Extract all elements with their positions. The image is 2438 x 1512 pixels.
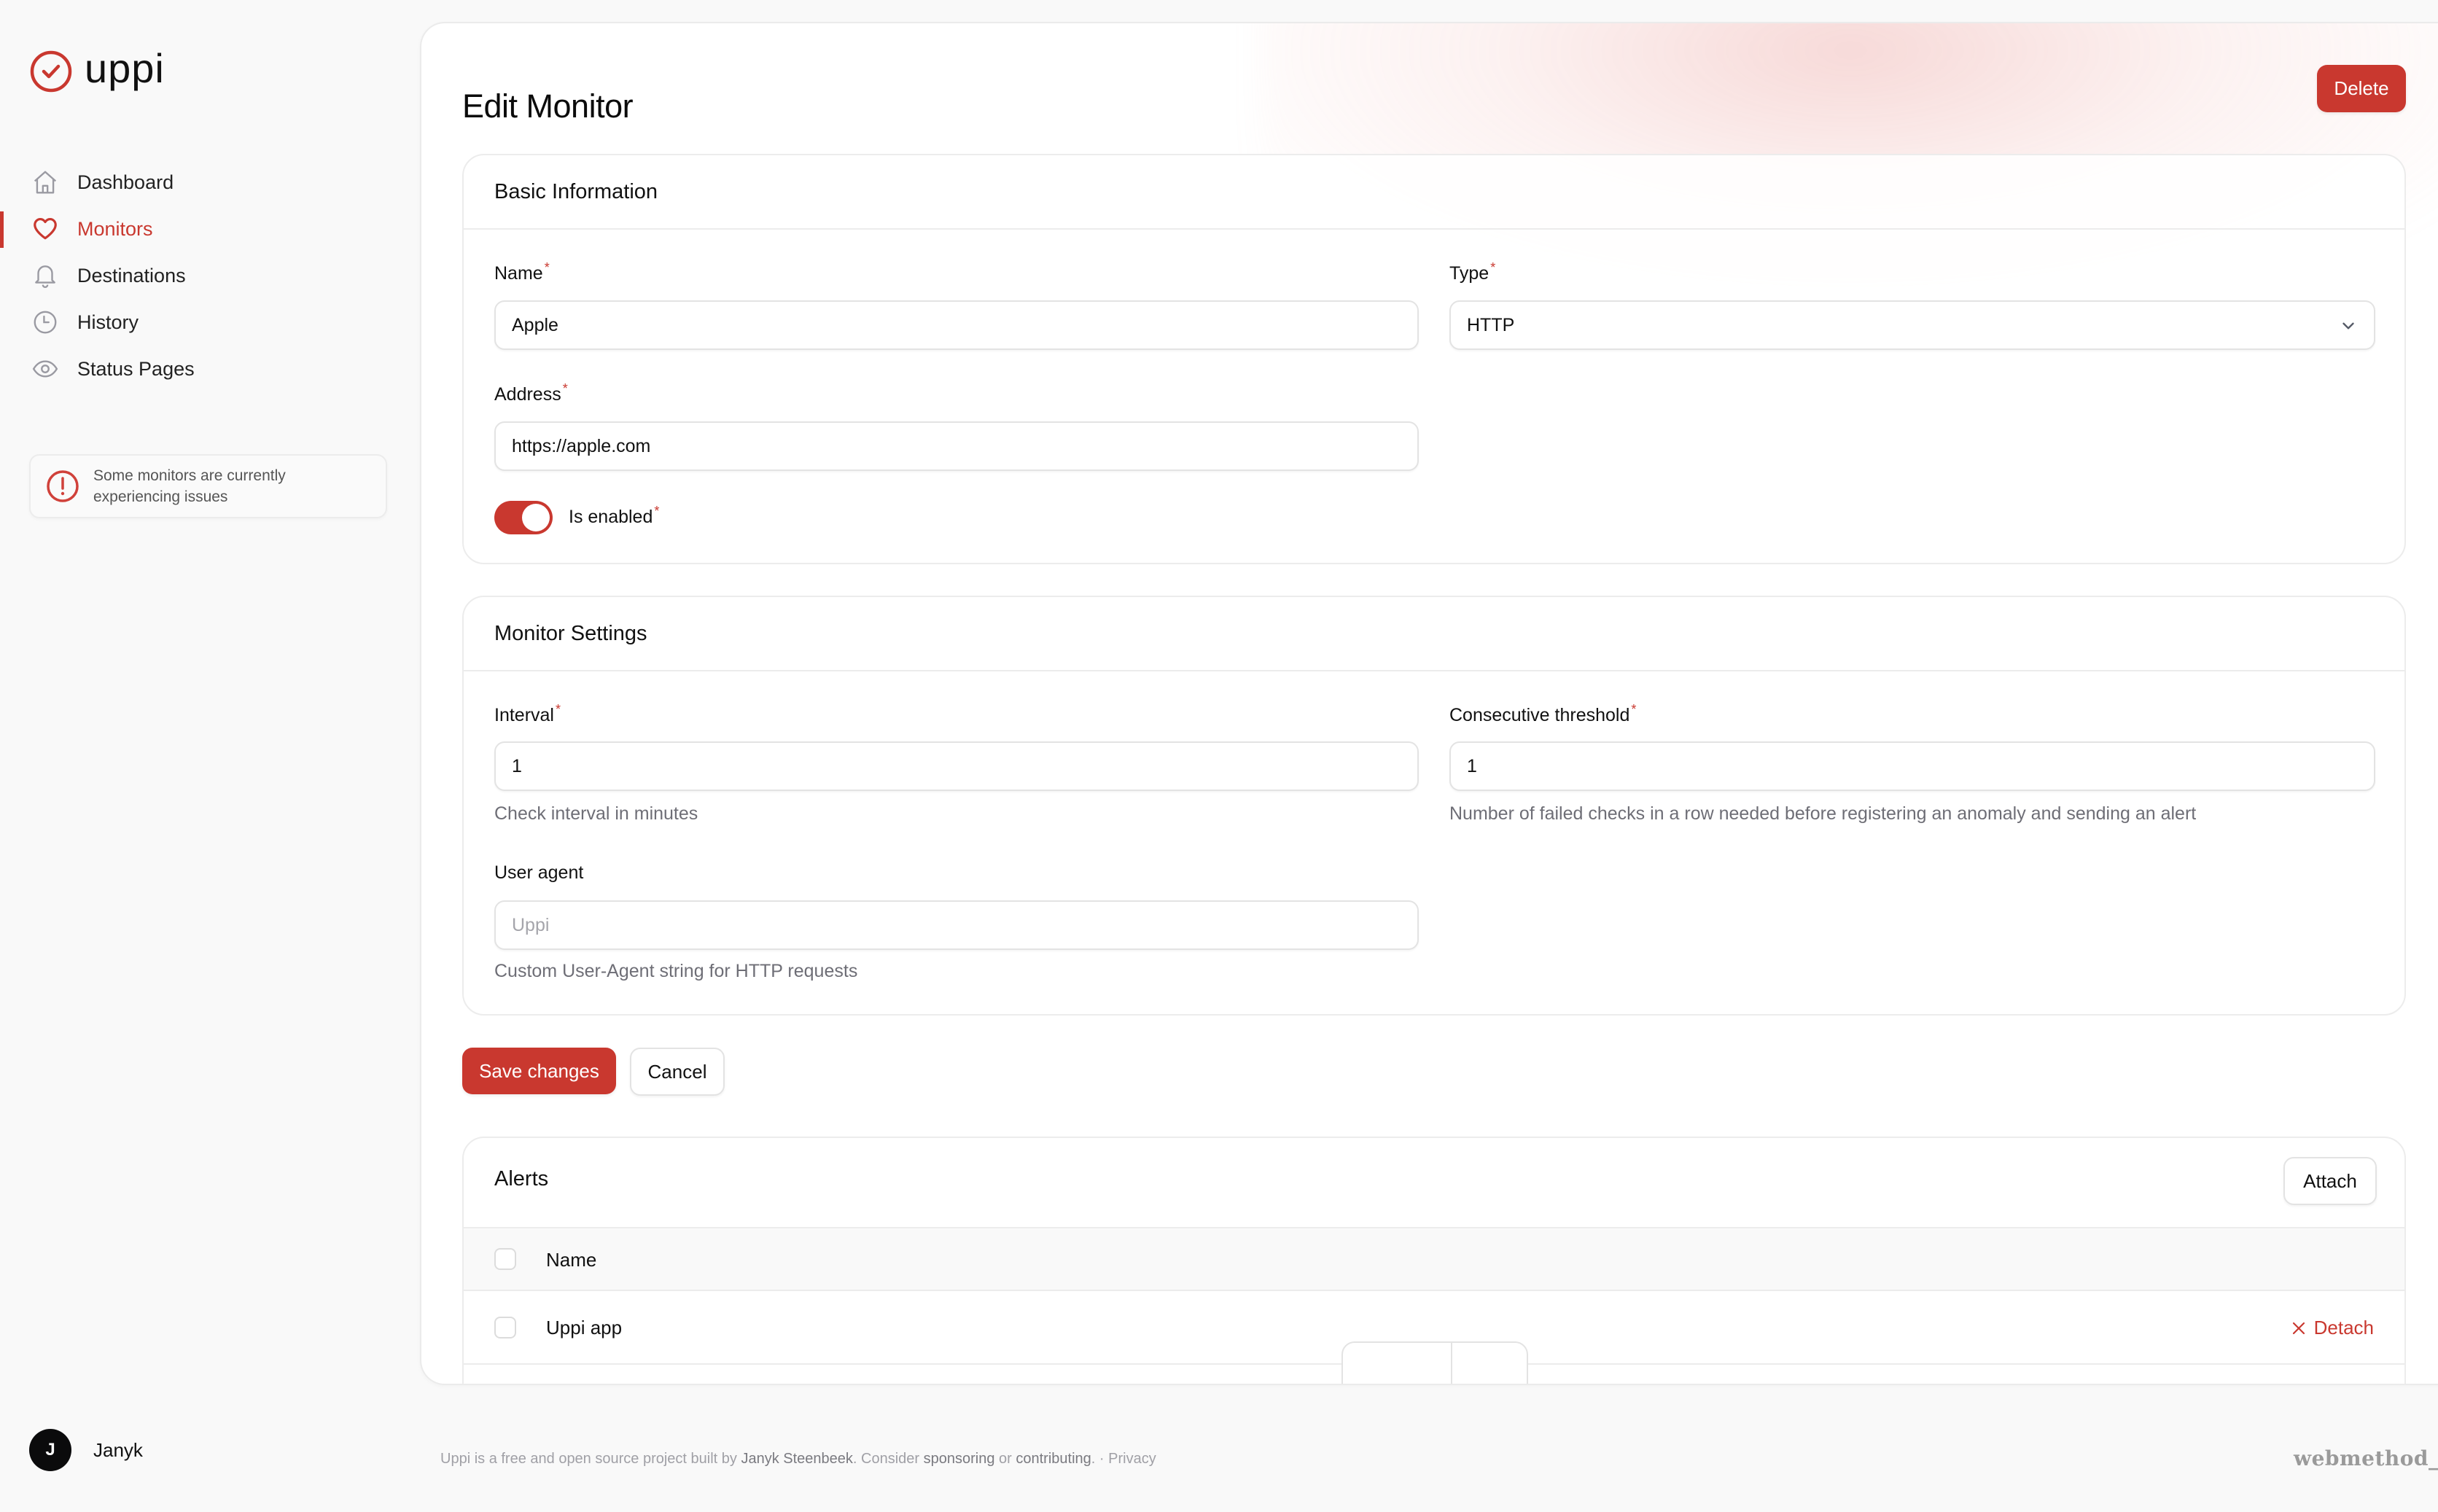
detach-button[interactable]: Detach	[2292, 1317, 2374, 1339]
sidebar-item-status-pages[interactable]: Status Pages	[0, 346, 408, 392]
type-label: Type *	[1449, 260, 1496, 284]
column-header-name[interactable]: Name	[546, 1249, 596, 1271]
issues-notice-text: Some monitors are currently experiencing…	[93, 467, 286, 505]
sidebar-item-monitors[interactable]: Monitors	[0, 206, 408, 252]
threshold-help: Number of failed checks in a row needed …	[1449, 803, 2197, 824]
sidebar-item-history[interactable]: History	[0, 299, 408, 346]
name-input[interactable]: Apple	[494, 300, 1419, 350]
save-changes-button[interactable]: Save changes	[462, 1048, 616, 1094]
sidebar-item-label: Status Pages	[77, 357, 195, 380]
card-title: Monitor Settings	[464, 597, 2404, 671]
alert-name: Uppi app	[546, 1317, 623, 1338]
row-checkbox[interactable]	[494, 1317, 516, 1338]
table-header: Name	[464, 1227, 2404, 1291]
chevron-down-icon	[2342, 322, 2354, 330]
webmethod-logo[interactable]: webmethod_	[2294, 1446, 2438, 1470]
app-logo[interactable]: uppi	[29, 45, 165, 93]
sidebar-item-label: Destinations	[77, 264, 186, 287]
interval-help: Check interval in minutes	[494, 803, 698, 824]
privacy-link[interactable]: Privacy	[1108, 1451, 1156, 1467]
type-select[interactable]: HTTP	[1449, 300, 2375, 350]
sidebar-item-label: History	[77, 311, 139, 333]
exclamation-circle-icon	[47, 470, 79, 502]
sponsoring-link[interactable]: sponsoring	[924, 1451, 995, 1467]
check-circle-icon	[30, 50, 72, 93]
close-icon	[2292, 1322, 2305, 1334]
address-label: Address *	[494, 381, 568, 405]
user-agent-input[interactable]: Uppi	[494, 900, 1419, 950]
bell-icon	[31, 261, 60, 290]
user-agent-label: User agent	[494, 862, 584, 883]
attach-button[interactable]: Attach	[2283, 1157, 2377, 1205]
footer-text: Uppi is a free and open source project b…	[440, 1451, 1156, 1467]
interval-input[interactable]: 1	[494, 741, 1419, 791]
sidebar-item-destinations[interactable]: Destinations	[0, 252, 408, 299]
author-link[interactable]: Janyk Steenbeek	[741, 1451, 852, 1467]
name-label: Name *	[494, 260, 550, 284]
issues-notice[interactable]: Some monitors are currently experiencing…	[29, 454, 387, 518]
threshold-label: Consecutive threshold *	[1449, 702, 1637, 725]
address-input[interactable]: https://apple.com	[494, 421, 1419, 471]
clock-icon	[31, 308, 60, 337]
contributing-link[interactable]: contributing	[1016, 1451, 1091, 1467]
user-menu[interactable]: J Janyk	[29, 1429, 143, 1471]
sidebar-item-label: Monitors	[77, 217, 153, 240]
eye-icon	[31, 354, 60, 383]
basic-information-card: Basic Information Name * Apple Type * HTTP…	[462, 154, 2406, 564]
sidebar-nav: Dashboard Monitors Destinations History …	[0, 159, 408, 392]
card-title: Basic Information	[464, 155, 2404, 230]
pagination[interactable]	[1341, 1341, 1528, 1384]
monitor-settings-card: Monitor Settings Interval * 1 Check inter…	[462, 596, 2406, 1016]
card-title: Alerts	[494, 1167, 549, 1190]
app-name: uppi	[85, 45, 165, 91]
delete-button[interactable]: Delete	[2317, 65, 2406, 112]
main-panel: Edit Monitor Delete Basic Information Na…	[420, 22, 2438, 1385]
heart-icon	[31, 214, 60, 243]
home-icon	[31, 168, 60, 197]
sidebar-item-dashboard[interactable]: Dashboard	[0, 159, 408, 206]
cancel-button[interactable]: Cancel	[630, 1048, 725, 1096]
user-agent-help: Custom User-Agent string for HTTP reques…	[494, 961, 858, 981]
user-name: Janyk	[93, 1438, 143, 1461]
interval-label: Interval *	[494, 702, 561, 725]
select-all-checkbox[interactable]	[494, 1248, 516, 1270]
avatar: J	[29, 1429, 71, 1471]
pagination-divider	[1451, 1343, 1452, 1384]
threshold-input[interactable]: 1	[1449, 741, 2375, 791]
sidebar-item-label: Dashboard	[77, 171, 174, 193]
enabled-toggle[interactable]	[494, 501, 553, 534]
enabled-label: Is enabled *	[569, 504, 660, 527]
page-title: Edit Monitor	[462, 87, 634, 125]
